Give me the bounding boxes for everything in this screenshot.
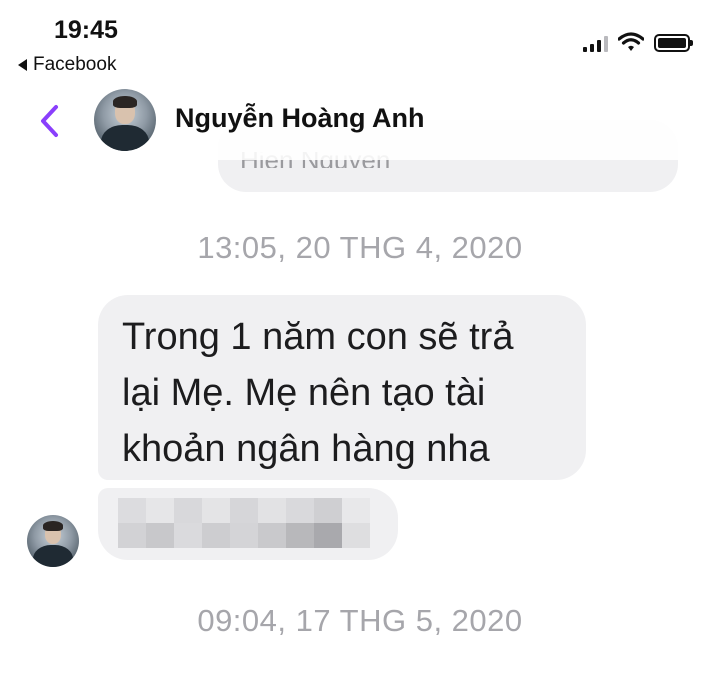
timestamp: 09:04, 17 THG 5, 2020 bbox=[197, 603, 523, 638]
chevron-left-icon[interactable] bbox=[38, 104, 60, 138]
sender-avatar[interactable] bbox=[27, 515, 79, 567]
message-line: Trong 1 năm con sẽ trả bbox=[122, 316, 514, 358]
wifi-icon bbox=[618, 32, 644, 51]
message-line: khoản ngân hàng nha bbox=[122, 428, 490, 470]
message-bubble[interactable]: Trong 1 năm con sẽ trả lại Mẹ. Mẹ nên tạ… bbox=[98, 295, 586, 480]
message-line: lại Mẹ. Mẹ nên tạo tài bbox=[122, 372, 486, 414]
contact-name[interactable]: Nguyễn Hoàng Anh bbox=[175, 103, 425, 134]
back-to-app-link[interactable]: Facebook bbox=[18, 54, 116, 76]
redacted-content bbox=[118, 498, 370, 548]
timestamp: 13:05, 20 THG 4, 2020 bbox=[197, 230, 523, 265]
back-triangle-icon bbox=[18, 59, 27, 71]
battery-icon bbox=[654, 34, 693, 52]
signal-icon bbox=[583, 36, 608, 52]
contact-avatar[interactable] bbox=[94, 89, 156, 151]
status-icons bbox=[583, 32, 693, 52]
status-time: 19:45 bbox=[54, 16, 118, 44]
back-app-label: Facebook bbox=[33, 54, 117, 75]
